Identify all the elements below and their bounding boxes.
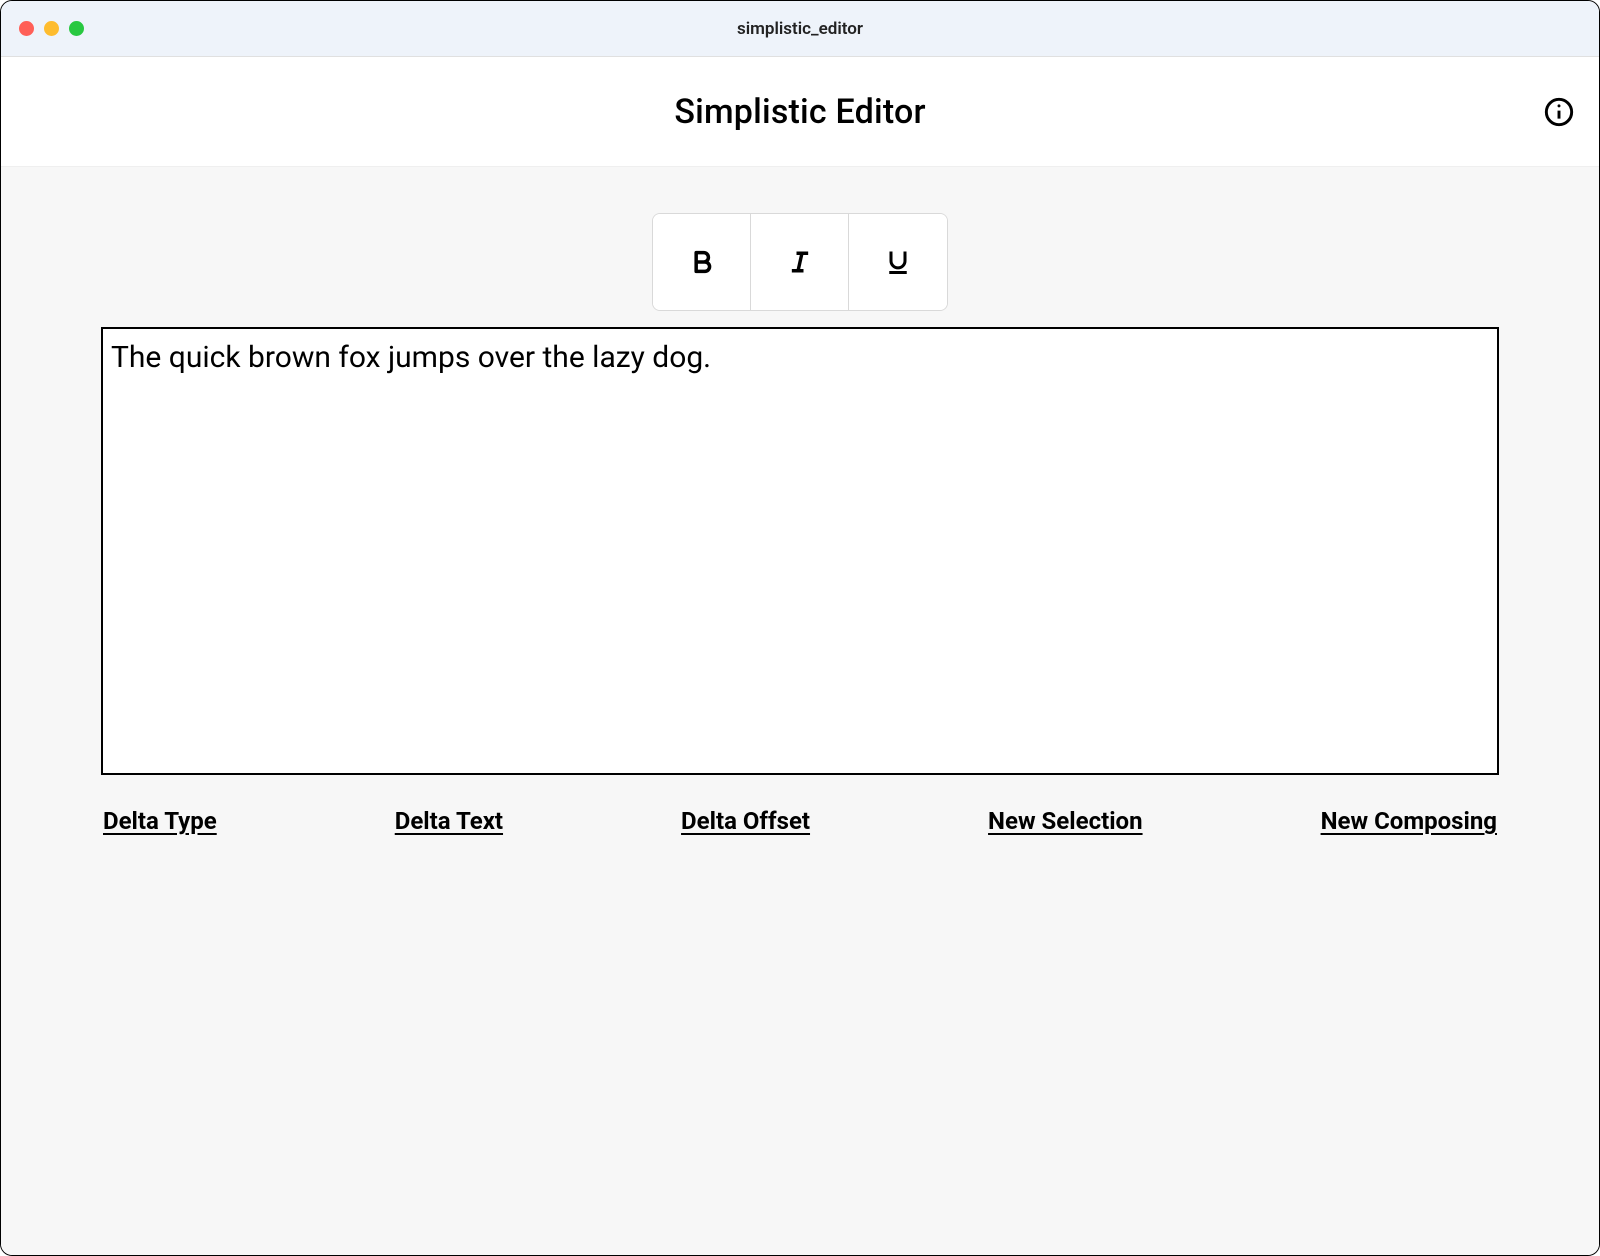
status-delta-type: Delta Type (103, 807, 217, 835)
status-new-composing: New Composing (1321, 807, 1497, 835)
format-toolbar (652, 213, 948, 311)
minimize-window-button[interactable] (44, 21, 59, 36)
fullscreen-window-button[interactable] (69, 21, 84, 36)
editor-box[interactable]: The quick brown fox jumps over the lazy … (101, 327, 1499, 775)
editor-input[interactable]: The quick brown fox jumps over the lazy … (111, 339, 1489, 763)
titlebar[interactable]: simplistic_editor (1, 1, 1599, 57)
italic-icon (786, 248, 814, 276)
page-title: Simplistic Editor (674, 92, 925, 132)
status-row: Delta Type Delta Text Delta Offset New S… (101, 807, 1499, 835)
status-new-selection: New Selection (988, 807, 1143, 835)
content-area: The quick brown fox jumps over the lazy … (1, 167, 1599, 1255)
close-window-button[interactable] (19, 21, 34, 36)
status-delta-text: Delta Text (395, 807, 503, 835)
window-title: simplistic_editor (737, 19, 863, 39)
app-window: simplistic_editor Simplistic Editor (0, 0, 1600, 1256)
traffic-lights (19, 21, 84, 36)
underline-button[interactable] (849, 214, 947, 310)
underline-icon (884, 248, 912, 276)
bold-icon (688, 248, 716, 276)
info-icon (1543, 96, 1575, 128)
app-header: Simplistic Editor (1, 57, 1599, 167)
status-delta-offset: Delta Offset (681, 807, 810, 835)
bold-button[interactable] (653, 214, 751, 310)
italic-button[interactable] (751, 214, 849, 310)
info-button[interactable] (1541, 94, 1577, 130)
